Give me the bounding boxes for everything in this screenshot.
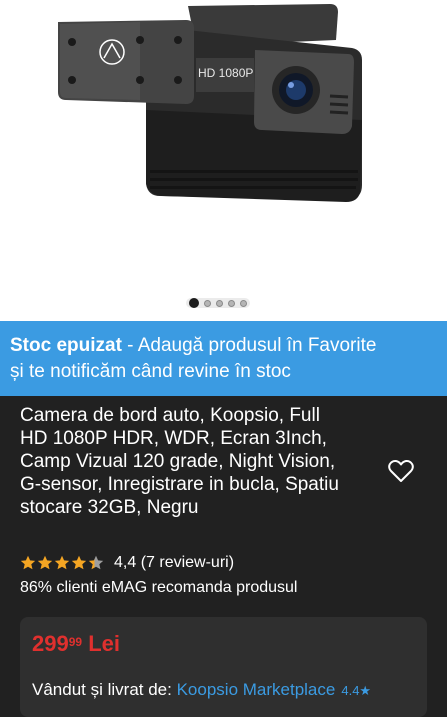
out-of-stock-banner[interactable]: Stoc epuizat - Adaugă produsul în Favori… (0, 321, 447, 396)
product-rating[interactable]: 4,4 (7 review-uri) (20, 553, 234, 573)
gallery-dot[interactable] (228, 299, 235, 307)
product-title: Camera de bord auto, Koopsio, Full HD 10… (20, 404, 370, 519)
price-card: 29999 Lei Vândut și livrat de: Koopsio M… (20, 617, 427, 717)
gallery-dot[interactable] (189, 298, 199, 308)
recommendation-text: 86% clienti eMAG recomanda produsul (20, 579, 298, 596)
rating-text[interactable]: 4,4 (7 review-uri) (114, 554, 234, 572)
dashcam-product-image[interactable] (0, 0, 447, 321)
title-line: G-sensor, Inregistrare in bucla, Spatiu (20, 474, 339, 495)
price-integer: 299 (32, 631, 69, 656)
add-to-favorites-button[interactable] (386, 457, 416, 485)
title-line: stocare 32GB, Negru (20, 497, 199, 518)
price-decimals: 99 (68, 635, 83, 649)
product-image-gallery[interactable]: HD 1080P (0, 0, 447, 321)
product-price: 29999 Lei (32, 631, 120, 657)
star-icon (54, 555, 70, 570)
gallery-pagination[interactable] (186, 298, 250, 308)
title-line: Camera de bord auto, Koopsio, Full (20, 405, 320, 426)
hd-1080p-label: HD 1080P (198, 66, 254, 80)
star-icon (71, 555, 87, 570)
gallery-dot[interactable] (216, 299, 223, 307)
gallery-dot[interactable] (204, 299, 211, 307)
rating-stars (20, 555, 104, 571)
banner-text-line1: - Adaugă produsul în Favorite (121, 335, 377, 356)
star-icon (37, 555, 53, 570)
price-currency: Lei (88, 631, 120, 656)
star-icon (88, 555, 104, 570)
title-line: Camp Vizual 120 grade, Night Vision, (20, 451, 336, 472)
out-of-stock-label: Stoc epuizat (10, 335, 122, 356)
heart-outline-icon (388, 459, 414, 482)
banner-text-line2: și te notificăm când revine în stoc (10, 361, 291, 382)
star-icon (20, 555, 36, 570)
title-line: HD 1080P HDR, WDR, Ecran 3Inch, (20, 428, 327, 449)
gallery-dot[interactable] (240, 299, 247, 307)
seller-link[interactable]: Koopsio Marketplace (177, 680, 336, 699)
seller-rating: 4.4★ (341, 683, 372, 698)
seller-label: Vândut și livrat de: (32, 680, 172, 699)
